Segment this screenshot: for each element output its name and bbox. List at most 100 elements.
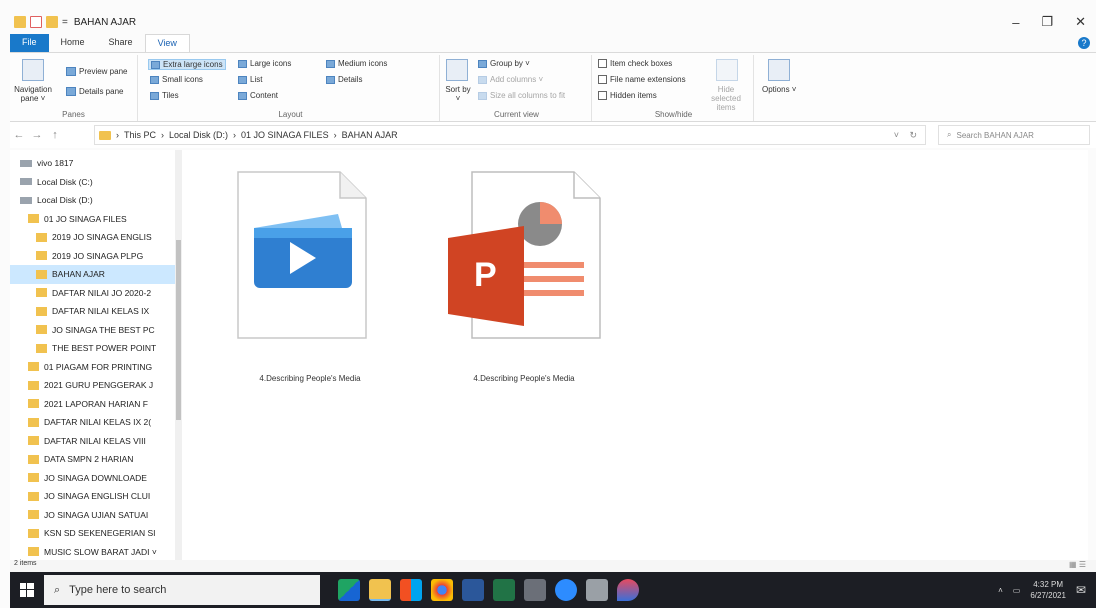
- clock-time: 4:32 PM: [1033, 580, 1064, 589]
- breadcrumb-bahan-ajar[interactable]: BAHAN AJAR: [342, 130, 398, 140]
- panes-group: Navigation pane ˅ Preview pane Details p…: [10, 55, 138, 121]
- search-box[interactable]: ⌕ Search BAHAN AJAR: [938, 125, 1090, 145]
- nav-tree-item[interactable]: JO SINAGA ENGLISH CLUI: [10, 487, 176, 506]
- layout-content[interactable]: Content: [238, 91, 278, 100]
- nav-tree-item[interactable]: DAFTAR NILAI KELAS IX 2(: [10, 413, 176, 432]
- hide-selected-items-button[interactable]: Hide selected items: [702, 85, 750, 112]
- back-button[interactable]: ←: [10, 129, 28, 141]
- breadcrumb-local-disk-d[interactable]: Local Disk (D:): [169, 130, 228, 140]
- refresh-button[interactable]: ↻: [909, 130, 917, 141]
- nav-tree-item[interactable]: DAFTAR NILAI KELAS VIII: [10, 432, 176, 451]
- nav-tree-item[interactable]: 2021 LAPORAN HARIAN F: [10, 395, 176, 414]
- excel-icon[interactable]: [493, 579, 515, 601]
- forward-button[interactable]: →: [28, 129, 46, 141]
- close-button[interactable]: ✕: [1075, 14, 1086, 30]
- preview-pane-button[interactable]: Preview pane: [66, 67, 127, 76]
- nav-tree-item[interactable]: 2019 JO SINAGA ENGLIS: [10, 228, 176, 247]
- layout-extra-large-icons[interactable]: Extra large icons: [148, 59, 226, 70]
- size-columns-icon: [478, 91, 487, 100]
- nav-tree-item[interactable]: JO SINAGA DOWNLOADE: [10, 469, 176, 488]
- nav-tree-label: MUSIC SLOW BARAT JADI ˅: [44, 546, 157, 557]
- up-button[interactable]: ↑: [46, 129, 64, 141]
- paint-icon[interactable]: [617, 579, 639, 601]
- nav-tree-item[interactable]: BAHAN AJAR: [10, 265, 176, 284]
- nav-tree-item[interactable]: DAFTAR NILAI JO 2020-2: [10, 284, 176, 303]
- layout-large-icons[interactable]: Large icons: [238, 59, 291, 68]
- navigation-pane-button[interactable]: Navigation pane ˅: [12, 85, 54, 103]
- group-by-button[interactable]: Group by ˅: [478, 59, 530, 68]
- view-toggle-buttons[interactable]: ▦ ☰: [1069, 560, 1086, 569]
- clock[interactable]: 4:32 PM 6/27/2021: [1030, 579, 1066, 601]
- nav-tree-item[interactable]: Local Disk (D:): [10, 191, 176, 210]
- layout-tiles[interactable]: Tiles: [150, 91, 179, 100]
- nav-scrollbar-thumb[interactable]: [176, 240, 181, 420]
- layout-details[interactable]: Details: [326, 75, 362, 84]
- hidden-items-toggle[interactable]: Hidden items: [598, 91, 657, 100]
- file-name-extensions-toggle[interactable]: File name extensions: [598, 75, 686, 84]
- folder-icon: [36, 251, 47, 261]
- new-folder-icon[interactable]: [46, 16, 58, 28]
- tray-chevron-icon[interactable]: ˄: [998, 586, 1003, 595]
- nav-tree-item[interactable]: DAFTAR NILAI KELAS IX: [10, 302, 176, 321]
- file-item-powerpoint[interactable]: P 4.Describing People's Media: [444, 168, 604, 388]
- taskbar-search[interactable]: ⌕ Type here to search: [44, 575, 320, 605]
- google-drive-icon[interactable]: [338, 579, 360, 601]
- options-button[interactable]: Options ˅: [762, 85, 796, 94]
- size-all-columns-button[interactable]: Size all columns to fit: [478, 91, 565, 100]
- tab-home[interactable]: Home: [49, 34, 97, 52]
- store-icon[interactable]: [400, 579, 422, 601]
- zoom-icon[interactable]: [555, 579, 577, 601]
- title-bar: = BAHAN AJAR – ❐ ✕: [10, 10, 1096, 34]
- help-icon[interactable]: ?: [1078, 37, 1090, 49]
- tab-view[interactable]: View: [144, 34, 190, 52]
- file-name-extensions-checkbox[interactable]: [598, 75, 607, 84]
- nav-tree-item[interactable]: 01 JO SINAGA FILES: [10, 210, 176, 229]
- nav-tree-item[interactable]: vivo 1817: [10, 154, 176, 173]
- taskbar-search-placeholder: Type here to search: [69, 584, 167, 596]
- tab-file[interactable]: File: [10, 34, 49, 52]
- photos-icon[interactable]: [524, 579, 546, 601]
- clock-date: 6/27/2021: [1030, 591, 1066, 600]
- layout-small-icons[interactable]: Small icons: [150, 75, 203, 84]
- chrome-icon[interactable]: [431, 579, 453, 601]
- details-pane-button[interactable]: Details pane: [66, 87, 123, 96]
- nav-tree-item[interactable]: MUSIC SLOW BARAT JADI ˅: [10, 543, 176, 561]
- nav-scrollbar[interactable]: [175, 150, 182, 560]
- nav-tree-item[interactable]: THE BEST POWER POINT: [10, 339, 176, 358]
- nav-tree-item[interactable]: 01 PIAGAM FOR PRINTING: [10, 358, 176, 377]
- nav-tree-item[interactable]: Local Disk (C:): [10, 173, 176, 192]
- start-button[interactable]: [10, 572, 44, 608]
- preview-pane-icon: [66, 67, 76, 76]
- sort-by-button[interactable]: Sort by ˅: [444, 85, 472, 103]
- nav-tree-item[interactable]: JO SINAGA UJIAN SATUAI: [10, 506, 176, 525]
- nav-tree-item[interactable]: 2019 JO SINAGA PLPG: [10, 247, 176, 266]
- layout-medium-icons[interactable]: Medium icons: [326, 59, 387, 68]
- layout-list[interactable]: List: [238, 75, 262, 84]
- quick-access-separator[interactable]: =: [62, 17, 68, 28]
- breadcrumb-this-pc[interactable]: This PC: [124, 130, 156, 140]
- properties-icon[interactable]: [30, 16, 42, 28]
- nav-tree-item[interactable]: JO SINAGA THE BEST PC: [10, 321, 176, 340]
- snipping-tool-icon[interactable]: [586, 579, 608, 601]
- nav-tree-item[interactable]: DATA SMPN 2 HARIAN: [10, 450, 176, 469]
- add-columns-button[interactable]: Add columns ˅: [478, 75, 543, 84]
- word-icon[interactable]: [462, 579, 484, 601]
- nav-tree-item[interactable]: 2021 GURU PENGGERAK J: [10, 376, 176, 395]
- tab-share[interactable]: Share: [97, 34, 145, 52]
- file-explorer-icon[interactable]: [369, 579, 391, 601]
- folder-icon: [36, 288, 47, 298]
- folder-icon: [28, 547, 39, 557]
- address-dropdown-button[interactable]: ˅: [894, 130, 899, 140]
- minimize-button[interactable]: –: [1012, 15, 1019, 30]
- address-bar[interactable]: › This PC › Local Disk (D:) › 01 JO SINA…: [94, 125, 926, 145]
- network-icon[interactable]: ▭: [1013, 586, 1021, 595]
- nav-tree-item[interactable]: KSN SD SEKENEGERIAN SI: [10, 524, 176, 543]
- hidden-items-checkbox[interactable]: [598, 91, 607, 100]
- notifications-icon[interactable]: ✉: [1076, 583, 1086, 597]
- maximize-button[interactable]: ❐: [1041, 14, 1053, 30]
- item-check-boxes-checkbox[interactable]: [598, 59, 607, 68]
- breadcrumb-jo-sinaga-files[interactable]: 01 JO SINAGA FILES: [241, 130, 329, 140]
- file-item-video[interactable]: 4.Describing People's Media: [230, 168, 390, 388]
- item-check-boxes-toggle[interactable]: Item check boxes: [598, 59, 672, 68]
- nav-tree-label: DAFTAR NILAI KELAS IX: [52, 306, 150, 317]
